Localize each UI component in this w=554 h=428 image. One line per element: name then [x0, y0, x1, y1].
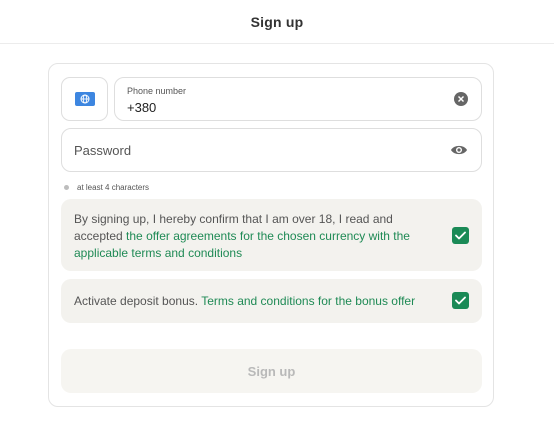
- eye-icon[interactable]: [449, 141, 469, 159]
- hint-dot-icon: [64, 184, 69, 190]
- globe-icon: [74, 92, 95, 106]
- bonus-consent-row: Activate deposit bonus. Terms and condit…: [61, 279, 482, 323]
- clear-icon[interactable]: [454, 92, 468, 106]
- bonus-consent-prefix: Activate deposit bonus.: [74, 294, 202, 308]
- bonus-checkbox[interactable]: [452, 292, 469, 309]
- bonus-terms-link[interactable]: Terms and conditions for the bonus offer: [201, 294, 415, 308]
- signup-button[interactable]: Sign up: [61, 349, 482, 393]
- check-icon: [455, 296, 466, 305]
- terms-checkbox[interactable]: [452, 227, 469, 244]
- bonus-consent-text: Activate deposit bonus. Terms and condit…: [74, 293, 444, 310]
- password-hint: at least 4 characters: [64, 181, 149, 193]
- phone-label: Phone number: [127, 86, 187, 96]
- terms-consent-row: By signing up, I hereby confirm that I a…: [61, 199, 482, 271]
- phone-input[interactable]: [127, 99, 427, 115]
- password-input[interactable]: [74, 141, 424, 159]
- terms-consent-text: By signing up, I hereby confirm that I a…: [74, 211, 432, 262]
- country-selector-button[interactable]: [61, 77, 108, 121]
- check-icon: [455, 231, 466, 240]
- page-header: Sign up: [0, 0, 554, 44]
- hint-text: at least 4 characters: [77, 182, 150, 192]
- password-field[interactable]: [61, 128, 482, 172]
- phone-field[interactable]: Phone number: [114, 77, 482, 121]
- page-title: Sign up: [250, 13, 304, 30]
